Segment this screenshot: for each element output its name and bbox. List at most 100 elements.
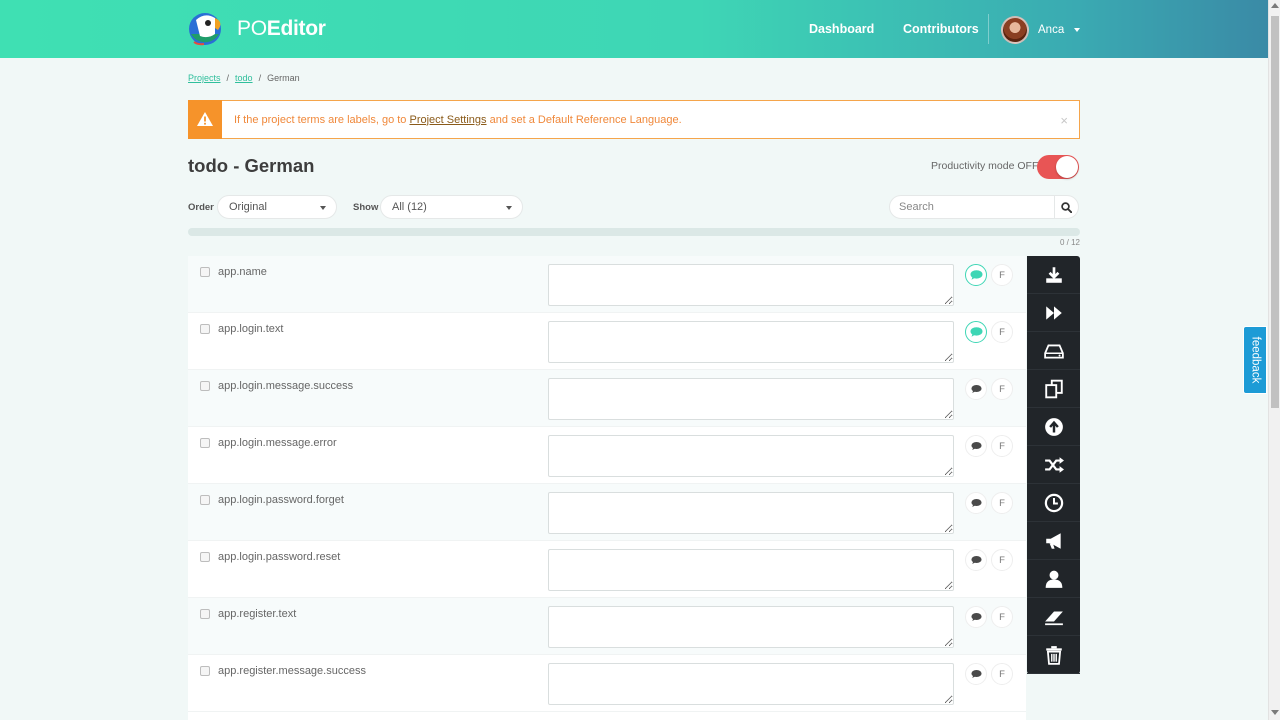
flag-f-button[interactable]: F xyxy=(991,606,1013,628)
translation-input[interactable] xyxy=(548,378,954,420)
term-name: app.register.message.success xyxy=(218,665,366,677)
term-row: app.login.text F xyxy=(188,313,1026,370)
term-name: app.login.password.reset xyxy=(218,551,341,563)
translation-input[interactable] xyxy=(548,321,954,363)
megaphone-tool-button[interactable] xyxy=(1027,522,1080,560)
comment-icon xyxy=(970,270,982,280)
scroll-up-arrow-icon[interactable] xyxy=(1271,3,1279,8)
breadcrumb: Projects / todo / German xyxy=(188,73,300,83)
translation-progress-bar xyxy=(188,228,1080,236)
comment-icon xyxy=(970,555,982,565)
flag-f-button[interactable]: F xyxy=(991,549,1013,571)
download-tool-button[interactable] xyxy=(1027,256,1080,294)
comment-button[interactable] xyxy=(965,264,987,286)
trash-icon xyxy=(1045,645,1062,665)
term-checkbox[interactable] xyxy=(200,495,210,505)
term-name: app.login.message.success xyxy=(218,380,354,392)
productivity-mode-toggle[interactable] xyxy=(1037,155,1079,179)
comment-icon xyxy=(970,441,982,451)
scroll-down-arrow-icon[interactable] xyxy=(1271,710,1279,715)
reference-language-alert: If the project terms are labels, go to P… xyxy=(188,99,1080,139)
user-tool-button[interactable] xyxy=(1027,560,1080,598)
nav-dashboard[interactable]: Dashboard xyxy=(809,0,874,58)
shuffle-tool-button[interactable] xyxy=(1027,446,1080,484)
breadcrumb-projects-link[interactable]: Projects xyxy=(188,73,221,83)
order-select[interactable]: Original xyxy=(217,195,337,219)
term-checkbox[interactable] xyxy=(200,267,210,277)
breadcrumb-separator: / xyxy=(258,73,262,83)
comment-button[interactable] xyxy=(965,549,987,571)
eraser-tool-button[interactable] xyxy=(1027,598,1080,636)
copy-icon xyxy=(1044,379,1063,398)
term-checkbox[interactable] xyxy=(200,666,210,676)
term-checkbox[interactable] xyxy=(200,324,210,334)
translation-input[interactable] xyxy=(548,606,954,648)
term-row: app.register.message.success F xyxy=(188,655,1026,712)
term-checkbox[interactable] xyxy=(200,609,210,619)
history-icon xyxy=(1044,493,1063,512)
term-row: app.register.text F xyxy=(188,598,1026,655)
productivity-mode-label: Productivity mode OFF xyxy=(931,160,1039,172)
comment-button[interactable] xyxy=(965,606,987,628)
nav-contributors[interactable]: Contributors xyxy=(903,0,979,58)
show-select[interactable]: All (12) xyxy=(380,195,523,219)
search-icon xyxy=(1061,201,1072,213)
download-icon xyxy=(1045,266,1062,283)
translation-input[interactable] xyxy=(548,549,954,591)
translation-input[interactable] xyxy=(548,435,954,477)
translation-input[interactable] xyxy=(548,663,954,705)
user-name: Anca xyxy=(1038,23,1065,36)
term-name: app.name xyxy=(218,266,267,278)
breadcrumb-current: German xyxy=(267,73,300,83)
megaphone-icon xyxy=(1045,532,1061,549)
comment-button[interactable] xyxy=(965,663,987,685)
poeditor-logo[interactable]: POEditor xyxy=(188,12,326,46)
translation-input[interactable] xyxy=(548,492,954,534)
project-settings-link[interactable]: Project Settings xyxy=(409,114,486,126)
feedback-tab[interactable]: feedback xyxy=(1243,326,1267,394)
upload-icon xyxy=(1044,417,1063,436)
comment-button[interactable] xyxy=(965,321,987,343)
comment-button[interactable] xyxy=(965,378,987,400)
close-icon[interactable]: × xyxy=(1060,113,1068,128)
flag-f-button[interactable]: F xyxy=(991,264,1013,286)
comment-icon xyxy=(970,327,982,337)
show-label: Show xyxy=(353,202,379,213)
term-name: app.login.message.error xyxy=(218,437,337,449)
search-input[interactable] xyxy=(899,196,1049,218)
flag-f-button[interactable]: F xyxy=(991,435,1013,457)
flag-f-button[interactable]: F xyxy=(991,321,1013,343)
term-row: app.name F xyxy=(188,256,1026,313)
term-checkbox[interactable] xyxy=(200,438,210,448)
term-row: app.login.password.forget F xyxy=(188,484,1026,541)
drive-tool-button[interactable] xyxy=(1027,332,1080,370)
term-checkbox[interactable] xyxy=(200,381,210,391)
trash-tool-button[interactable] xyxy=(1027,636,1080,674)
alert-text-before: If the project terms are labels, go to xyxy=(234,113,407,126)
history-tool-button[interactable] xyxy=(1027,484,1080,522)
shuffle-icon xyxy=(1044,456,1064,473)
flag-f-button[interactable]: F xyxy=(991,663,1013,685)
term-row: app.login.message.error F xyxy=(188,427,1026,484)
comment-button[interactable] xyxy=(965,435,987,457)
flag-f-button[interactable]: F xyxy=(991,378,1013,400)
order-label: Order xyxy=(188,202,214,213)
flag-f-button[interactable]: F xyxy=(991,492,1013,514)
scroll-thumb[interactable] xyxy=(1271,16,1279,408)
upload-tool-button[interactable] xyxy=(1027,408,1080,446)
comment-button[interactable] xyxy=(965,492,987,514)
fast-forward-tool-button[interactable] xyxy=(1027,294,1080,332)
feedback-label: feedback xyxy=(1249,336,1261,384)
term-checkbox[interactable] xyxy=(200,552,210,562)
user-menu[interactable]: Anca xyxy=(1001,15,1081,44)
page-scrollbar[interactable] xyxy=(1268,0,1280,720)
copy-tool-button[interactable] xyxy=(1027,370,1080,408)
comment-icon xyxy=(970,384,982,394)
translation-input[interactable] xyxy=(548,264,954,306)
eraser-icon xyxy=(1044,610,1063,625)
term-row: app.login.message.success F xyxy=(188,370,1026,427)
search-button[interactable] xyxy=(1054,196,1078,218)
comment-icon xyxy=(970,669,982,679)
user-icon xyxy=(1045,570,1062,588)
breadcrumb-project-link[interactable]: todo xyxy=(235,73,253,83)
